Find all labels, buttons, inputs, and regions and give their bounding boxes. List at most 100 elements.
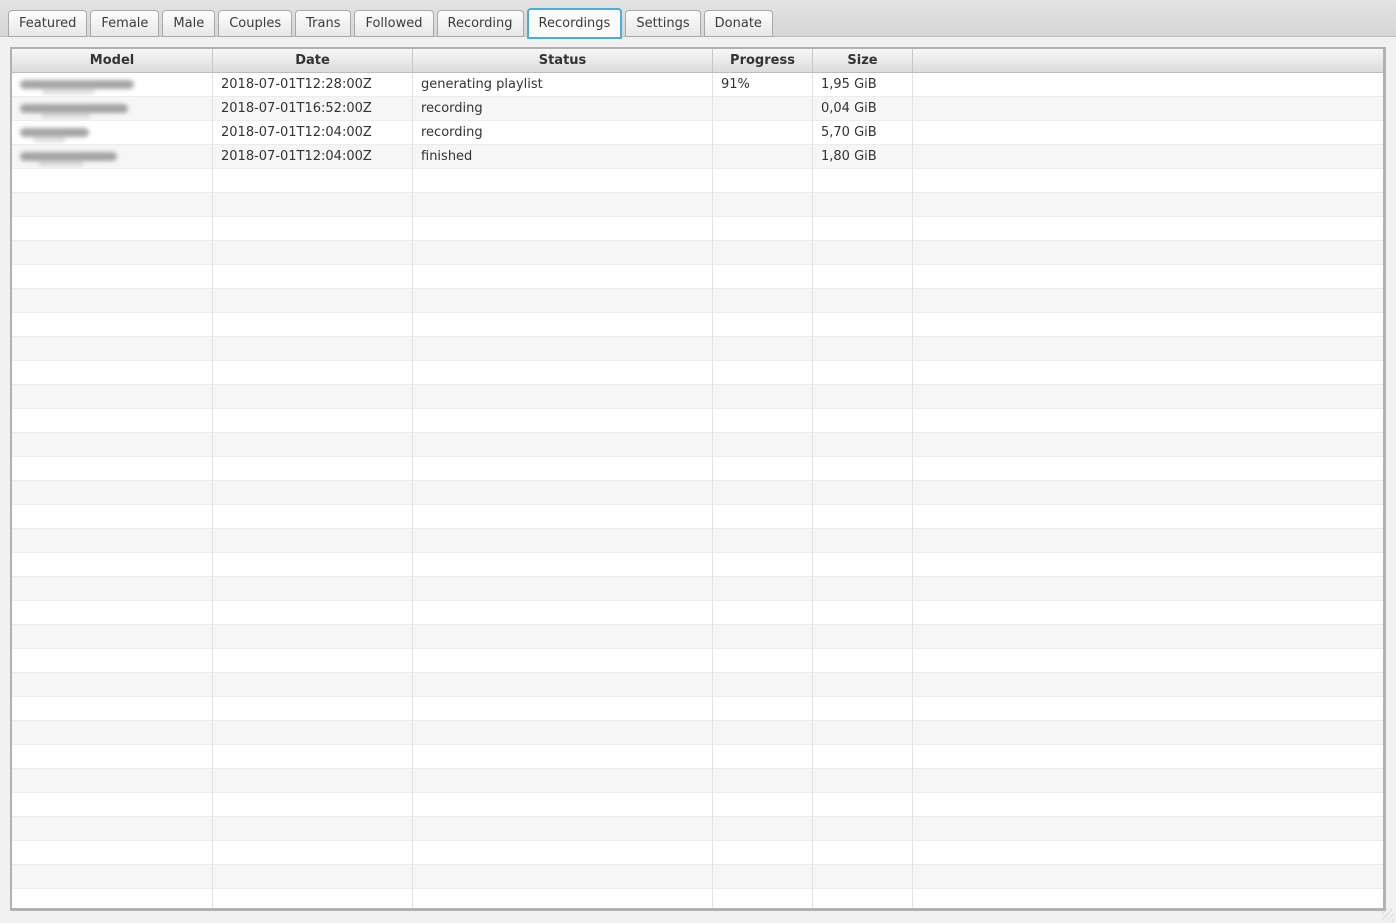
cell-model <box>12 769 213 793</box>
tab-recordings[interactable]: Recordings <box>526 8 623 39</box>
cell-status <box>413 625 713 649</box>
table-row-empty[interactable] <box>12 625 1383 649</box>
app-window: Featured Female Male Couples Trans Followed Re… <box>0 0 1396 921</box>
table-row-empty[interactable] <box>12 697 1383 721</box>
tab-donate[interactable]: Donate <box>703 10 773 37</box>
cell-filler <box>913 745 1383 769</box>
tab-settings[interactable]: Settings <box>625 10 701 37</box>
cell-model <box>12 193 213 217</box>
redacted-model-name <box>20 104 128 117</box>
table-row-empty[interactable] <box>12 313 1383 337</box>
table-row-empty[interactable] <box>12 505 1383 529</box>
table-row-empty[interactable] <box>12 481 1383 505</box>
table-row-empty[interactable] <box>12 265 1383 289</box>
cell-filler <box>913 601 1383 625</box>
cell-status <box>413 529 713 553</box>
cell-model <box>12 337 213 361</box>
table-row-empty[interactable] <box>12 337 1383 361</box>
cell-date <box>213 625 413 649</box>
cell-filler <box>913 529 1383 553</box>
table-row-empty[interactable] <box>12 361 1383 385</box>
cell-model <box>12 841 213 865</box>
cell-filler <box>913 121 1383 145</box>
cell-date <box>213 553 413 577</box>
cell-model <box>12 793 213 817</box>
table-row-empty[interactable] <box>12 841 1383 865</box>
table-row-empty[interactable] <box>12 745 1383 769</box>
cell-date <box>213 601 413 625</box>
cell-status <box>413 577 713 601</box>
cell-model <box>12 481 213 505</box>
table-row-empty[interactable] <box>12 217 1383 241</box>
table-row-empty[interactable] <box>12 529 1383 553</box>
tab-female[interactable]: Female <box>90 10 160 37</box>
table-row-empty[interactable] <box>12 673 1383 697</box>
cell-size <box>813 577 913 601</box>
table-row-empty[interactable] <box>12 433 1383 457</box>
cell-filler <box>913 697 1383 721</box>
column-header-progress[interactable]: Progress <box>713 49 813 72</box>
cell-model <box>12 265 213 289</box>
table-row-empty[interactable] <box>12 769 1383 793</box>
table-row-empty[interactable] <box>12 553 1383 577</box>
table-row[interactable]: 2018-07-01T16:52:00Z recording 0,04 GiB <box>12 97 1383 121</box>
tab-recording[interactable]: Recording <box>436 10 524 37</box>
table-row-empty[interactable] <box>12 577 1383 601</box>
table-row[interactable]: 2018-07-01T12:04:00Z finished 1,80 GiB <box>12 145 1383 169</box>
column-header-model[interactable]: Model <box>12 49 213 72</box>
cell-status: finished <box>413 145 713 169</box>
tab-male[interactable]: Male <box>162 10 216 37</box>
table-row-empty[interactable] <box>12 793 1383 817</box>
column-header-status[interactable]: Status <box>413 49 713 72</box>
cell-status <box>413 193 713 217</box>
column-header-filler[interactable] <box>913 49 1383 72</box>
cell-filler <box>913 553 1383 577</box>
resize-grip[interactable] <box>1382 909 1394 921</box>
tab-followed[interactable]: Followed <box>354 10 434 37</box>
table-row-empty[interactable] <box>12 889 1383 908</box>
table-row-empty[interactable] <box>12 457 1383 481</box>
column-header-date[interactable]: Date <box>213 49 413 72</box>
table-row-empty[interactable] <box>12 649 1383 673</box>
cell-status <box>413 721 713 745</box>
cell-size <box>813 385 913 409</box>
tab-featured[interactable]: Featured <box>8 10 88 37</box>
table-row[interactable]: 2018-07-01T12:04:00Z recording 5,70 GiB <box>12 121 1383 145</box>
column-header-size[interactable]: Size <box>813 49 913 72</box>
cell-size: 0,04 GiB <box>813 97 913 121</box>
cell-model <box>12 529 213 553</box>
table-row-empty[interactable] <box>12 193 1383 217</box>
table-row-empty[interactable] <box>12 289 1383 313</box>
redacted-model-name <box>20 128 89 141</box>
table-row-empty[interactable] <box>12 865 1383 889</box>
table-row-empty[interactable] <box>12 601 1383 625</box>
table-row-empty[interactable] <box>12 721 1383 745</box>
cell-date <box>213 673 413 697</box>
table-row-empty[interactable] <box>12 169 1383 193</box>
cell-size <box>813 529 913 553</box>
cell-progress <box>713 817 813 841</box>
cell-model <box>12 553 213 577</box>
cell-filler <box>913 649 1383 673</box>
table-row-empty[interactable] <box>12 409 1383 433</box>
cell-model <box>12 73 213 97</box>
table-row-empty[interactable] <box>12 241 1383 265</box>
tab-couples[interactable]: Couples <box>218 10 293 37</box>
cell-date <box>213 793 413 817</box>
cell-progress <box>713 769 813 793</box>
cell-status <box>413 385 713 409</box>
cell-status <box>413 697 713 721</box>
table-row-empty[interactable] <box>12 385 1383 409</box>
table-row-empty[interactable] <box>12 817 1383 841</box>
cell-date <box>213 385 413 409</box>
cell-status <box>413 505 713 529</box>
cell-filler <box>913 457 1383 481</box>
cell-progress <box>713 97 813 121</box>
cell-size <box>813 625 913 649</box>
tab-bar: Featured Female Male Couples Trans Followed Re… <box>0 0 1396 39</box>
cell-date <box>213 529 413 553</box>
cell-model <box>12 217 213 241</box>
table-row[interactable]: 2018-07-01T12:28:00Z generating playlist 9… <box>12 73 1383 97</box>
cell-progress <box>713 673 813 697</box>
tab-trans[interactable]: Trans <box>295 10 352 37</box>
